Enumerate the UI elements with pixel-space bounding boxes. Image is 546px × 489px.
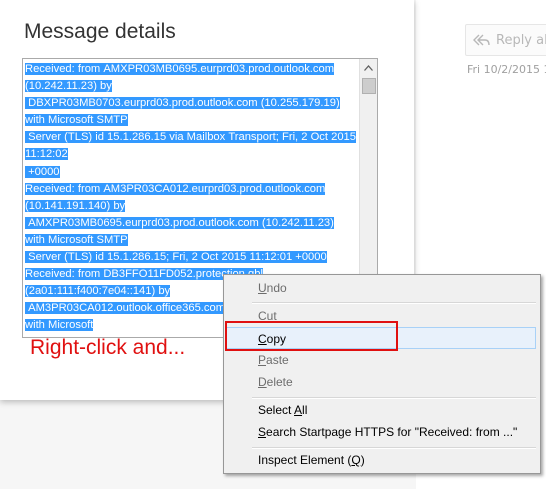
header-line-text: with Microsoft SMTP	[25, 114, 128, 127]
header-line-text: with Microsoft SMTP	[25, 233, 128, 246]
header-line: 11:12:02	[25, 146, 359, 163]
header-line-text: (10.141.191.140) by	[25, 199, 126, 212]
annotation-text: Right-click and...	[30, 336, 186, 359]
menu-item-inspect-element[interactable]: Inspect Element (Q)	[226, 449, 536, 471]
header-line: Server (TLS) id 15.1.286.15 via Mailbox …	[25, 129, 359, 146]
header-line: (10.242.11.23) by	[25, 78, 359, 95]
menu-item-label: Delete	[258, 375, 293, 389]
annotation-highlight-box	[225, 321, 398, 351]
menu-item-paste[interactable]: Paste	[226, 349, 536, 371]
header-line: AMXPR03MB0695.eurprd03.prod.outlook.com …	[25, 215, 359, 232]
header-line: +0000	[25, 164, 359, 181]
header-line: (10.141.191.140) by	[25, 198, 359, 215]
dialog-title: Message details	[24, 20, 176, 43]
scroll-thumb[interactable]	[362, 78, 376, 94]
header-line-text: (10.242.11.23) by	[25, 80, 112, 93]
header-line-text: AM3PR03CA012.outlook.office365.com	[25, 302, 226, 315]
reply-all-icon	[473, 34, 490, 46]
menu-item-label: Inspect Element (Q)	[258, 453, 365, 467]
header-line: DBXPR03MB0703.eurprd03.prod.outlook.com …	[25, 95, 359, 112]
menu-item-select-all[interactable]: Select All	[226, 399, 536, 421]
menu-item-search-startpage[interactable]: Search Startpage HTTPS for "Received: fr…	[226, 421, 536, 443]
reply-all-label: Reply all	[496, 32, 546, 48]
header-line: with Microsoft SMTP	[25, 232, 359, 249]
header-line-text: Server (TLS) id 15.1.286.15; Fri, 2 Oct …	[25, 251, 327, 264]
menu-item-label: Select All	[258, 403, 308, 417]
header-line: Received: from AMXPR03MB0695.eurprd03.pr…	[25, 61, 359, 78]
scroll-up-arrow-icon[interactable]	[360, 59, 377, 76]
message-date: Fri 10/2/2015 12	[467, 63, 546, 76]
menu-item-delete[interactable]: Delete	[226, 371, 536, 393]
header-line-text: (2a01:111:f400:7e04::141) by	[25, 285, 171, 298]
header-line-text: Server (TLS) id 15.1.286.15 via Mailbox …	[25, 131, 357, 144]
header-line: with Microsoft SMTP	[25, 112, 359, 129]
header-line-text: AMXPR03MB0695.eurprd03.prod.outlook.com …	[25, 216, 334, 229]
header-line-text: +0000	[25, 165, 60, 178]
header-line: Received: from AM3PR03CA012.eurprd03.pro…	[25, 181, 359, 198]
menu-item-label: Undo	[258, 281, 287, 295]
header-line-text: Received: from AM3PR03CA012.eurprd03.pro…	[25, 182, 326, 195]
header-line-text: with Microsoft	[25, 319, 94, 332]
menu-item-undo[interactable]: Undo	[226, 277, 536, 299]
header-line-text: Received: from AMXPR03MB0695.eurprd03.pr…	[25, 63, 335, 75]
header-line: Server (TLS) id 15.1.286.15; Fri, 2 Oct …	[25, 249, 359, 266]
menu-item-label: Search Startpage HTTPS for "Received: fr…	[258, 425, 518, 439]
menu-item-label: Paste	[258, 353, 289, 367]
menu-separator	[252, 302, 536, 304]
reply-all-button[interactable]: Reply all	[465, 24, 546, 56]
context-menu: Undo Cut Copy Paste Delete Select All Se…	[223, 274, 541, 474]
header-line-text: DBXPR03MB0703.eurprd03.prod.outlook.com …	[25, 97, 340, 110]
header-line-text: 11:12:02	[25, 148, 68, 161]
